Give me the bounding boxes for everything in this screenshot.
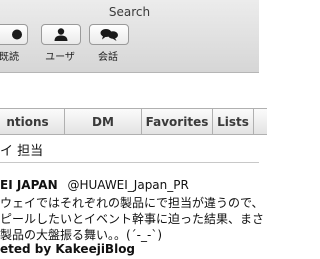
tweet-text-line: ウェイではそれぞれの製品にで担当が違うので、	[0, 196, 264, 210]
conversation-button[interactable]: 会話	[89, 24, 129, 68]
conversation-button-label: 会話	[98, 52, 118, 63]
read-button[interactable]: 既読	[0, 24, 32, 68]
window-toolbar: Search 既読 ユーザ 会話	[0, 0, 259, 73]
read-icon	[12, 29, 22, 40]
read-button-frame[interactable]	[0, 24, 28, 45]
timeline-tabs: ntions DM Favorites Lists	[0, 108, 267, 135]
tab-dm[interactable]: DM	[64, 108, 142, 135]
tab-overflow[interactable]	[253, 108, 267, 135]
tab-favorites[interactable]: Favorites	[141, 108, 213, 135]
search-query-field[interactable]: イ 担当	[0, 136, 259, 163]
tweet-header: EI JAPAN @HUAWEI_Japan_PR	[0, 178, 189, 192]
conversation-icon	[100, 29, 118, 41]
search-query-text: イ 担当	[0, 144, 44, 159]
tweet-text-line: 製品の大盤振る舞い。。(´-_-`)	[0, 228, 163, 242]
tab-lists[interactable]: Lists	[212, 108, 254, 135]
user-button-frame[interactable]	[41, 24, 81, 45]
user-button[interactable]: ユーザ	[41, 24, 81, 68]
conversation-button-frame[interactable]	[89, 24, 129, 45]
tweet-author-handle[interactable]: @HUAWEI_Japan_PR	[67, 178, 188, 192]
tweet-author-name: EI JAPAN	[0, 178, 58, 192]
retweeted-by: eted by KakeejiBlog	[0, 242, 136, 256]
tweet-text-line: ピールしたいとイベント幹事に迫った結果、まさ	[0, 212, 265, 226]
window-title: Search	[108, 5, 151, 19]
tab-mentions[interactable]: ntions	[0, 108, 65, 135]
user-icon	[54, 28, 68, 41]
